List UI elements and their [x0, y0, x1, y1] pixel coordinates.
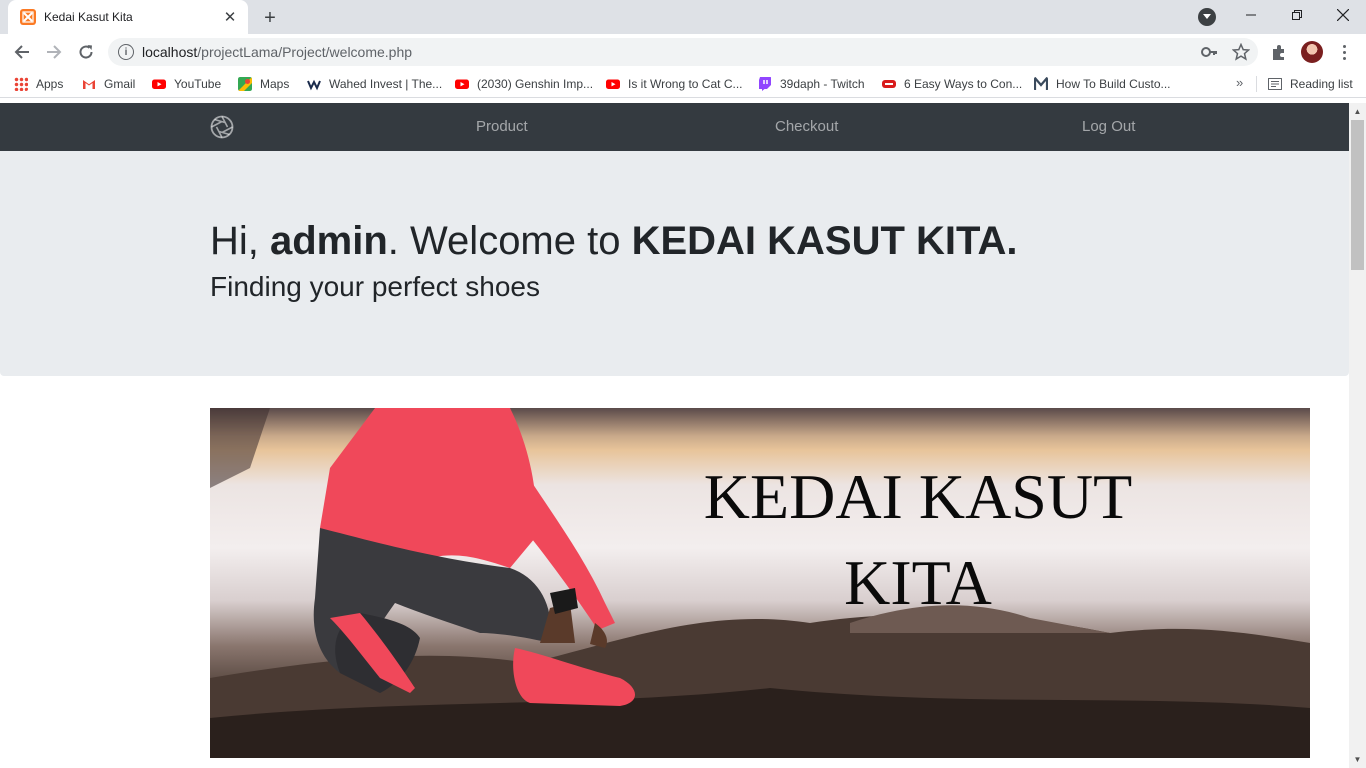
youtube-icon [455, 79, 469, 89]
url-host: localhost [142, 44, 198, 60]
bookmarks-divider [1256, 76, 1257, 92]
browser-menu-icon[interactable] [1336, 40, 1352, 64]
apps-grid-icon [14, 77, 28, 91]
bookmark-wrong-cat[interactable]: Is it Wrong to Cat C... [606, 75, 742, 93]
bookmark-wahed[interactable]: Wahed Invest | The... [307, 75, 442, 93]
aperture-logo-icon[interactable] [209, 114, 235, 140]
heading-username: admin [270, 219, 388, 263]
url-text: localhost/projectLama/Project/welcome.ph… [142, 44, 412, 60]
youtube-icon [152, 79, 166, 89]
heading-store-name: KEDAI KASUT KITA. [631, 219, 1018, 263]
forward-arrow-icon[interactable] [40, 38, 68, 66]
scroll-up-arrow-icon[interactable]: ▲ [1349, 103, 1366, 120]
tab-search-icon[interactable] [1198, 8, 1216, 26]
bookmarks-bar: Apps Gmail YouTube Maps Wahed Invest | T… [0, 70, 1366, 98]
browser-tab-strip: Kedai Kasut Kita ✕ + [0, 0, 1366, 34]
tab-title: Kedai Kasut Kita [44, 10, 133, 24]
bookmark-label: 6 Easy Ways to Con... [904, 77, 1023, 91]
medium-icon [1034, 77, 1048, 90]
bookmark-label: (2030) Genshin Imp... [477, 77, 594, 91]
browser-toolbar: i localhost/projectLama/Project/welcome.… [0, 34, 1366, 70]
heading-prefix: Hi, [210, 219, 270, 263]
welcome-heading: Hi, admin. Welcome to KEDAI KASUT KITA. [210, 219, 1018, 264]
bookmark-apps[interactable]: Apps [14, 75, 63, 93]
nav-link-checkout[interactable]: Checkout [775, 118, 838, 135]
new-tab-button[interactable]: + [258, 6, 282, 30]
url-path: /projectLama/Project/welcome.php [197, 44, 413, 60]
page-scrollbar[interactable]: ▲ ▼ [1349, 103, 1366, 768]
bookmark-build-custom[interactable]: How To Build Custo... [1034, 75, 1171, 93]
bookmark-label: Apps [36, 77, 64, 91]
password-key-icon[interactable] [1200, 43, 1218, 66]
bookmark-gmail[interactable]: Gmail [82, 75, 135, 93]
site-info-icon[interactable]: i [118, 44, 134, 60]
restore-window-icon[interactable] [1274, 0, 1320, 30]
profile-avatar[interactable] [1301, 41, 1323, 63]
site-navbar: Product Checkout Log Out [0, 103, 1349, 151]
browser-tab[interactable]: Kedai Kasut Kita ✕ [8, 0, 248, 34]
bookmark-label: Wahed Invest | The... [329, 77, 443, 91]
bookmark-label: 39daph - Twitch [780, 77, 865, 91]
hero-banner-image: KEDAI KASUT KITA [210, 408, 1310, 758]
twitch-icon [759, 77, 771, 91]
more-bookmarks-button[interactable]: » [1236, 75, 1243, 90]
page-viewport: Product Checkout Log Out Hi, admin. Welc… [0, 103, 1349, 768]
bookmark-label: Is it Wrong to Cat C... [628, 77, 743, 91]
xampp-favicon-icon [20, 9, 36, 25]
scroll-down-arrow-icon[interactable]: ▼ [1349, 751, 1366, 768]
bookmark-label: YouTube [174, 77, 222, 91]
gmail-icon [83, 80, 95, 89]
bookmark-easy-ways[interactable]: 6 Easy Ways to Con... [882, 75, 1022, 93]
heading-middle: . Welcome to [387, 219, 632, 263]
bookmark-genshin[interactable]: (2030) Genshin Imp... [455, 75, 593, 93]
minimize-window-icon[interactable] [1228, 0, 1274, 30]
welcome-jumbotron: Hi, admin. Welcome to KEDAI KASUT KITA. … [0, 151, 1349, 376]
bookmark-youtube[interactable]: YouTube [152, 75, 221, 93]
bookmark-label: Gmail [104, 77, 136, 91]
scrollbar-thumb[interactable] [1351, 120, 1364, 270]
close-tab-icon[interactable]: ✕ [222, 9, 238, 26]
banner-title-line2: KITA [844, 547, 992, 618]
bookmark-label: How To Build Custo... [1056, 77, 1171, 91]
bookmark-maps[interactable]: Maps [238, 75, 289, 93]
close-window-icon[interactable] [1320, 0, 1366, 30]
bookmark-red-icon [882, 80, 896, 88]
address-bar[interactable]: i localhost/projectLama/Project/welcome.… [108, 38, 1258, 66]
bookmark-label: Maps [260, 77, 290, 91]
welcome-subtitle: Finding your perfect shoes [210, 271, 540, 302]
youtube-icon [606, 79, 620, 89]
reading-list-label: Reading list [1290, 77, 1353, 91]
bookmark-twitch[interactable]: 39daph - Twitch [758, 75, 865, 93]
back-arrow-icon[interactable] [8, 38, 36, 66]
reading-list-icon [1268, 78, 1282, 90]
reload-icon[interactable] [72, 38, 100, 66]
nav-link-logout[interactable]: Log Out [1082, 118, 1135, 135]
banner-title-line1: KEDAI KASUT [703, 461, 1133, 532]
wahed-icon [307, 79, 321, 91]
maps-icon [238, 77, 252, 91]
reading-list-button[interactable]: Reading list [1268, 75, 1353, 93]
nav-link-product[interactable]: Product [476, 118, 528, 135]
extensions-puzzle-icon[interactable] [1267, 40, 1291, 64]
bookmark-star-icon[interactable] [1231, 42, 1251, 66]
